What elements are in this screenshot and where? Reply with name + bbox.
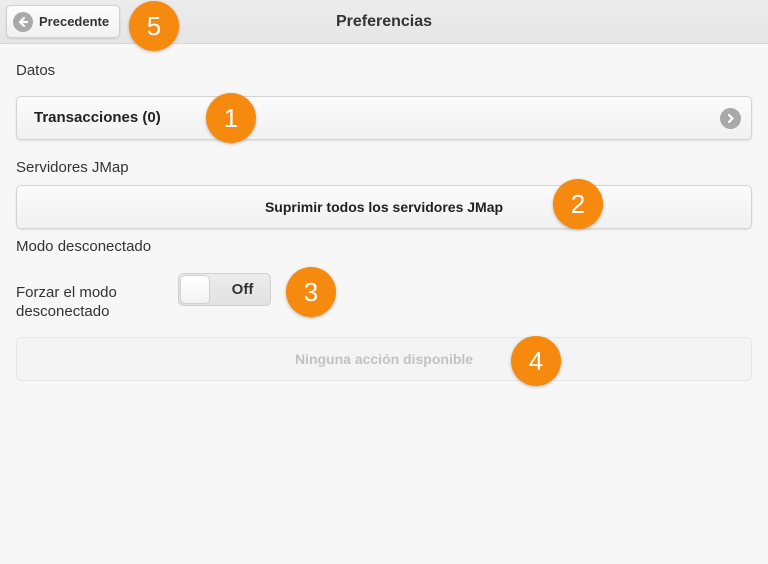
section-label-offline: Modo desconectado <box>16 238 152 255</box>
chevron-right-icon <box>720 108 741 129</box>
callout-1: 1 <box>206 93 256 143</box>
no-action-button: Ninguna acción disponible <box>16 337 752 381</box>
back-button[interactable]: Precedente <box>6 5 120 38</box>
delete-all-jmap-servers-button[interactable]: Suprimir todos los servidores JMap <box>16 185 752 229</box>
section-label-data: Datos <box>16 62 56 79</box>
force-offline-toggle[interactable]: Off <box>178 273 271 306</box>
force-offline-label: Forzar el modo desconectado <box>16 284 117 320</box>
callout-3: 3 <box>286 267 336 317</box>
transactions-label: Transacciones (0) <box>34 109 161 126</box>
callout-4: 4 <box>511 336 561 386</box>
toggle-state: Off <box>231 281 254 298</box>
callout-5: 5 <box>129 1 179 51</box>
section-label-jmap: Servidores JMap <box>16 159 129 176</box>
callout-2: 2 <box>553 179 603 229</box>
back-button-label: Precedente <box>39 14 110 29</box>
arrow-left-icon <box>13 11 33 32</box>
header-bar: Preferencias Precedente <box>0 0 768 44</box>
toggle-knob <box>180 275 210 304</box>
transactions-button[interactable]: Transacciones (0) <box>16 96 752 140</box>
